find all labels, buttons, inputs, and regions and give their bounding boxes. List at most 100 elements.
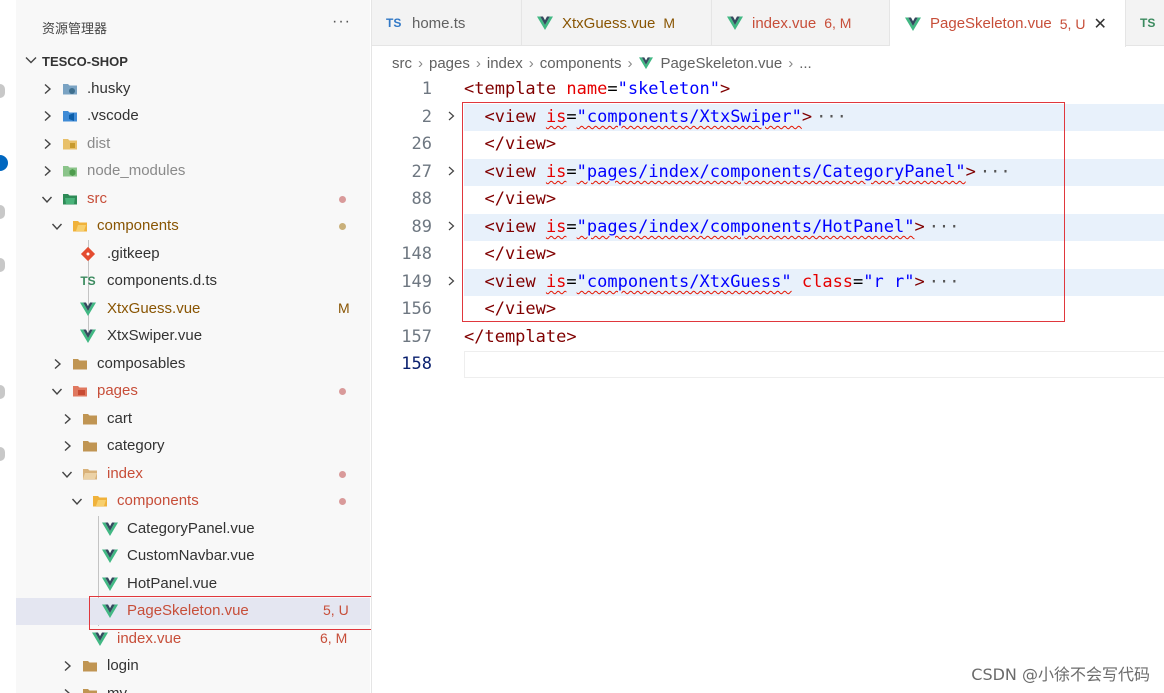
line-number: 148: [401, 244, 432, 264]
tree-item-gitkeep[interactable]: .gitkeep: [16, 241, 370, 268]
folder-icon: [72, 356, 88, 372]
tree-item-label: login: [107, 657, 139, 674]
tree-item-label: XtxSwiper.vue: [107, 327, 203, 344]
chevron-right-icon: [44, 110, 52, 122]
tab-home-ts[interactable]: TS home.ts: [372, 0, 522, 46]
tree-item-hotpanel[interactable]: HotPanel.vue: [16, 571, 370, 598]
vue-icon: [638, 56, 654, 70]
modified-dot: [339, 196, 346, 203]
code-attr: name: [566, 79, 608, 99]
chevron-right-icon: [44, 83, 52, 95]
folder-open-icon: [82, 466, 98, 482]
tree-item-label: dist: [87, 135, 111, 152]
fold-chevron-icon[interactable]: [445, 165, 457, 177]
tree-item-composables[interactable]: composables: [16, 351, 370, 378]
chevron-down-icon: [51, 223, 63, 231]
chevron-down-icon: [41, 196, 53, 204]
breadcrumb: src › pages › index › components › PageS…: [392, 52, 812, 74]
vue-icon: [80, 301, 96, 317]
tree-item-customnavbar[interactable]: CustomNavbar.vue: [16, 543, 370, 570]
vue-icon: [102, 576, 118, 592]
tree-item-vscode[interactable]: .vscode: [16, 103, 370, 130]
close-icon[interactable]: ✕: [1093, 14, 1106, 34]
vscode-folder-icon: [62, 108, 78, 124]
tree-item-index-folder[interactable]: index: [16, 461, 370, 488]
tree-item-categorypanel[interactable]: CategoryPanel.vue: [16, 516, 370, 543]
breadcrumb-item[interactable]: PageSkeleton.vue: [660, 55, 782, 72]
tree-item-husky[interactable]: .husky: [16, 76, 370, 103]
breadcrumb-item[interactable]: components: [540, 55, 622, 72]
pages-folder-icon: [72, 383, 88, 399]
line-number: 26: [411, 134, 432, 154]
tree-item-src[interactable]: src: [16, 186, 370, 213]
workspace-root[interactable]: TESCO-SHOP: [16, 48, 370, 74]
code-line-current: 158: [372, 351, 1164, 378]
workspace-root-label: TESCO-SHOP: [42, 53, 128, 69]
tree-item-cart[interactable]: cart: [16, 406, 370, 433]
tab-pageskeleton[interactable]: PageSkeleton.vue 5, U ✕: [890, 0, 1126, 47]
chevron-right-icon: [64, 688, 70, 693]
tree-item-components-d-ts[interactable]: TS components.d.ts: [16, 268, 370, 295]
breadcrumb-item[interactable]: index: [487, 55, 523, 72]
tree-item-label: .gitkeep: [107, 245, 160, 262]
breadcrumb-item[interactable]: ...: [799, 55, 812, 72]
explorer-title: 资源管理器: [42, 22, 108, 37]
chevron-right-icon: ›: [788, 54, 794, 72]
line-number: 88: [411, 189, 432, 209]
tree-item-label: .vscode: [87, 107, 139, 124]
tree-item-index-components[interactable]: components: [16, 488, 370, 515]
tree-item-label: src: [87, 190, 107, 207]
vue-icon: [102, 548, 118, 564]
ts-icon: TS: [386, 16, 404, 30]
git-icon: [80, 246, 96, 262]
tab-xtxguess[interactable]: XtxGuess.vue M: [522, 0, 712, 46]
chevron-right-icon: [44, 165, 52, 177]
tree-item-components[interactable]: components: [16, 213, 370, 240]
line-number: 158: [401, 354, 432, 374]
line-number: 157: [401, 327, 432, 347]
vue-icon: [80, 328, 96, 344]
chevron-down-icon: [25, 57, 37, 64]
modified-dot: [339, 223, 346, 230]
tree-item-category[interactable]: category: [16, 433, 370, 460]
tree-item-label: cart: [107, 410, 133, 427]
watermark: CSDN @小徐不会写代码: [971, 665, 1150, 684]
annotation-box: [462, 102, 1065, 322]
chevron-right-icon: [64, 660, 72, 672]
chevron-right-icon: ›: [627, 54, 633, 72]
folder-icon: [82, 438, 98, 454]
tree-item-pages[interactable]: pages: [16, 378, 370, 405]
tree-item-node-modules[interactable]: node_modules: [16, 158, 370, 185]
vue-icon: [536, 15, 554, 31]
tree-item-xtxswiper[interactable]: XtxSwiper.vue: [16, 323, 370, 350]
activity-marker: [0, 385, 5, 399]
tree-item-index-vue[interactable]: index.vue 6, M: [16, 626, 370, 653]
tree-item-dist[interactable]: dist: [16, 131, 370, 158]
tree-item-label: components.d.ts: [107, 272, 218, 289]
folder-icon: [82, 411, 98, 427]
chevron-right-icon: ›: [475, 54, 481, 72]
chevron-right-icon: [44, 138, 52, 150]
components-folder-icon: [72, 218, 88, 234]
tree-item-label: .husky: [87, 80, 131, 97]
activity-marker: [0, 84, 5, 98]
editor-tabs: TS home.ts XtxGuess.vue M index.vue 6, M…: [372, 0, 1164, 47]
activity-marker: [0, 447, 5, 461]
tree-item-label: XtxGuess.vue: [107, 300, 201, 317]
tab-overflow-ts[interactable]: TS: [1126, 0, 1164, 46]
ts-icon: TS: [80, 273, 96, 289]
fold-chevron-icon[interactable]: [445, 110, 457, 122]
breadcrumb-item[interactable]: pages: [429, 55, 470, 72]
fold-chevron-icon[interactable]: [445, 275, 457, 287]
vue-icon: [904, 16, 922, 32]
tab-index-vue[interactable]: index.vue 6, M: [712, 0, 890, 46]
node-folder-icon: [62, 163, 78, 179]
tree-item-xtxguess[interactable]: XtxGuess.vue M: [16, 296, 370, 323]
chevron-down-icon: [51, 388, 63, 396]
tree-item-my[interactable]: my: [16, 681, 370, 693]
fold-chevron-icon[interactable]: [445, 220, 457, 232]
breadcrumb-item[interactable]: src: [392, 55, 412, 72]
tree-item-login[interactable]: login: [16, 653, 370, 680]
modified-dot: [339, 498, 346, 505]
more-actions-icon[interactable]: ···: [332, 13, 351, 31]
